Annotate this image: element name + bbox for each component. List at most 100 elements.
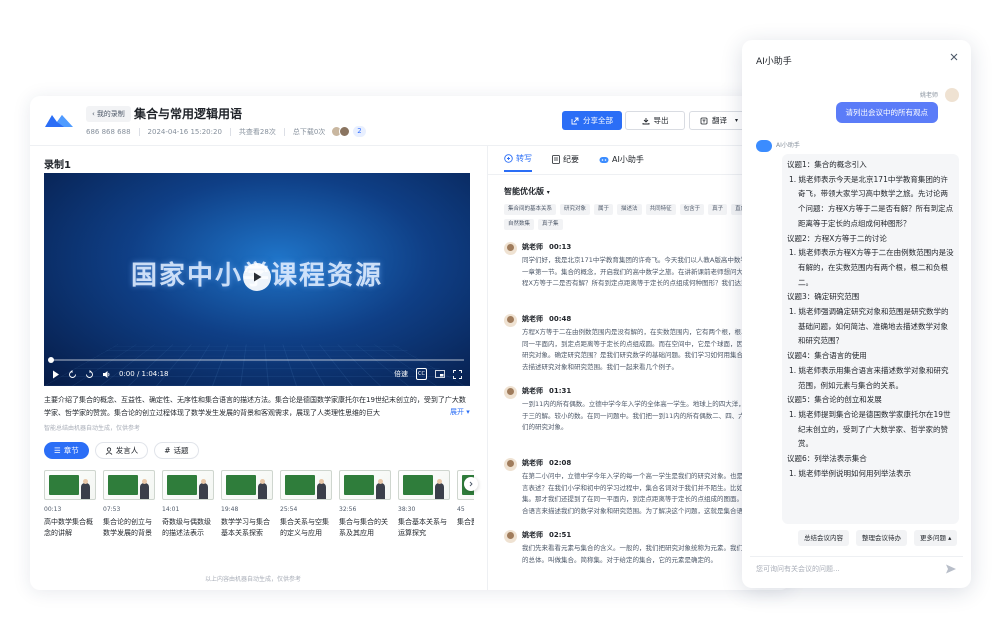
chapter-item[interactable]: 00:13 高中数学集合概念的讲解	[44, 470, 96, 539]
forward-icon[interactable]	[85, 368, 94, 380]
expand-summary-link[interactable]: 展开 ▾	[446, 407, 470, 417]
entry-time[interactable]: 02:08	[549, 459, 571, 467]
video-time: 0:00 / 1:04:18	[119, 370, 169, 378]
quick-summarize-button[interactable]: 总结会议内容	[798, 530, 849, 546]
ai-icon	[599, 156, 609, 163]
translate-label: 翻译	[711, 116, 727, 125]
play-icon	[254, 272, 262, 282]
chevron-down-icon: ▾	[734, 117, 738, 124]
tab-transcript[interactable]: 转写	[504, 153, 532, 172]
chapter-time: 00:13	[44, 506, 62, 513]
chapter-thumbnail	[280, 470, 332, 500]
entry-time[interactable]: 00:13	[549, 243, 571, 251]
entry-time[interactable]: 00:48	[549, 315, 571, 323]
top-bar: ‹ 我的录制 集合与常用逻辑用语 686 868 688 2024-04-16 …	[30, 96, 790, 146]
recording-title: 录制1	[44, 160, 71, 171]
tab-speakers[interactable]: 发言人	[94, 442, 149, 459]
video-progress-bar[interactable]	[48, 357, 464, 363]
translate-button[interactable]: 翻译 ▾	[689, 111, 749, 130]
column-divider[interactable]	[487, 146, 488, 590]
share-all-button[interactable]: 分享全部	[562, 111, 622, 130]
list-icon: ☰	[54, 446, 61, 455]
recording-summary: 主要介绍了集合的概念、互益性、确定性、无序性和集合语言的描述方法。集合论是德国数…	[44, 396, 466, 417]
recorded-time: 2024-04-16 15:20:20	[147, 127, 222, 136]
answer-topic: 议题1：集合的概念引入	[787, 160, 867, 169]
answer-point: 1. 姚老师举例说明如何用列举法表示	[789, 468, 912, 478]
chapter-item[interactable]: 14:01 奇数级与偶数级的描述法表示	[162, 470, 214, 539]
entry-time[interactable]: 02:51	[549, 531, 571, 539]
picture-in-picture-icon[interactable]	[435, 368, 445, 380]
expand-label: 展开	[450, 408, 464, 416]
tab-ai-assistant[interactable]: AI小助手	[599, 153, 644, 172]
more-questions-label: 更多问题	[920, 534, 946, 542]
app-logo	[45, 115, 73, 127]
chapter-item[interactable]: 25:54 集合关系与空集的定义与应用	[280, 470, 332, 539]
chapter-item[interactable]: 32:56 集合与集合的关系及其应用	[339, 470, 391, 539]
chapter-thumbnail	[339, 470, 391, 500]
chapter-thumbnail	[398, 470, 450, 500]
fullscreen-icon[interactable]	[453, 368, 462, 380]
tab-topics-label: 话题	[173, 446, 189, 455]
answer-topic: 议题3：确定研究范围	[787, 292, 860, 302]
keyword-tag[interactable]: 真子	[708, 204, 728, 215]
page-title: 集合与常用逻辑用语	[134, 107, 243, 121]
chapter-time: 38:30	[398, 506, 416, 513]
chapter-label: 集合关系与空集的定义与应用	[280, 518, 329, 537]
ai-question-input[interactable]: 您可询问有关会议的问题...	[750, 556, 963, 580]
more-questions-button[interactable]: 更多问题 ▴	[914, 530, 958, 546]
participant-avatars[interactable]: 2	[331, 126, 366, 137]
progress-handle[interactable]	[48, 357, 54, 363]
send-icon[interactable]	[945, 563, 957, 575]
tab-topics[interactable]: # 话题	[154, 442, 199, 459]
keyword-tag[interactable]: 集合间的基本关系	[504, 204, 557, 215]
chevron-up-icon: ▴	[948, 534, 952, 542]
captions-icon[interactable]: CC	[416, 368, 427, 380]
tab-minutes[interactable]: 纪要	[552, 153, 579, 172]
video-player[interactable]: 国家中小学课程资源 0:00 / 1:04:18 倍速 CC	[44, 173, 470, 386]
tab-minutes-label: 纪要	[563, 155, 579, 164]
rewind-icon[interactable]	[68, 368, 77, 380]
speed-button[interactable]: 倍速	[394, 369, 408, 379]
chapter-item[interactable]: 07:53 集合论的创立与数学发展的背景	[103, 470, 155, 539]
chapter-item[interactable]: 19:48 数学学习与集合基本关系探索	[221, 470, 273, 539]
answer-point: 1. 姚老师表示方程X方等于二在由例数范围内是没有解的，在实数范围内有两个根，根…	[789, 248, 954, 287]
chapter-thumbnail	[162, 470, 214, 500]
speaker-avatar	[504, 242, 517, 255]
chapter-next-button[interactable]	[464, 477, 478, 491]
keyword-tag[interactable]: 包含于	[679, 204, 705, 215]
chapter-item[interactable]: 38:30 集合基本关系与运算探究	[398, 470, 450, 539]
volume-icon[interactable]	[102, 368, 111, 380]
quick-todos-button[interactable]: 整理会议待办	[856, 530, 907, 546]
export-icon	[642, 117, 649, 124]
keyword-tag[interactable]: 自然数集	[504, 219, 535, 230]
entry-time[interactable]: 01:31	[549, 387, 571, 395]
ai-assistant-panel: AI小助手 姚老师 请列出会议中的所有观点 AI小助手 议题1：集合的概念引入 …	[742, 40, 971, 588]
chapter-time: 19:48	[221, 506, 239, 513]
play-icon[interactable]	[52, 368, 60, 380]
chevron-right-icon	[469, 481, 473, 487]
speaker-name: 姚老师	[522, 531, 543, 539]
input-placeholder: 您可询问有关会议的问题...	[756, 564, 840, 573]
back-button[interactable]: ‹ 我的录制	[86, 106, 131, 122]
smart-version-dropdown[interactable]: 智能优化版 ▾	[504, 186, 550, 197]
chapter-label: 高中数学集合概念的讲解	[44, 518, 93, 537]
keyword-tag[interactable]: 真子集	[538, 219, 563, 230]
keyword-tag[interactable]: 共同特征	[645, 204, 676, 215]
speaker-name: 姚老师	[522, 243, 543, 251]
minutes-icon	[552, 155, 560, 164]
tab-chapters[interactable]: ☰ 章节	[44, 442, 89, 459]
keyword-tag[interactable]: 描述法	[617, 204, 642, 215]
export-button[interactable]: 导出	[625, 111, 685, 130]
recording-detail-card: ‹ 我的录制 集合与常用逻辑用语 686 868 688 2024-04-16 …	[30, 96, 790, 590]
chapter-label: 集合论的创立与数学发展的背景	[103, 518, 152, 537]
meta-row: 686 868 688 2024-04-16 15:20:20 共查看28次 总…	[86, 126, 366, 137]
speaker-avatar	[504, 530, 517, 543]
speaker-avatar	[504, 386, 517, 399]
chevron-left-icon: ‹	[92, 110, 95, 118]
close-icon[interactable]	[949, 52, 959, 62]
answer-point: 1. 姚老师表示用集合语言来描述数学对象和研究范围，例如元素与集合的关系。	[789, 365, 949, 390]
generated-footnote: 以上内容由机器自动生成，仅供参考	[205, 576, 302, 583]
play-button[interactable]	[243, 263, 271, 291]
keyword-tag[interactable]: 研究对象	[560, 204, 591, 215]
keyword-tag[interactable]: 属于	[594, 204, 614, 215]
